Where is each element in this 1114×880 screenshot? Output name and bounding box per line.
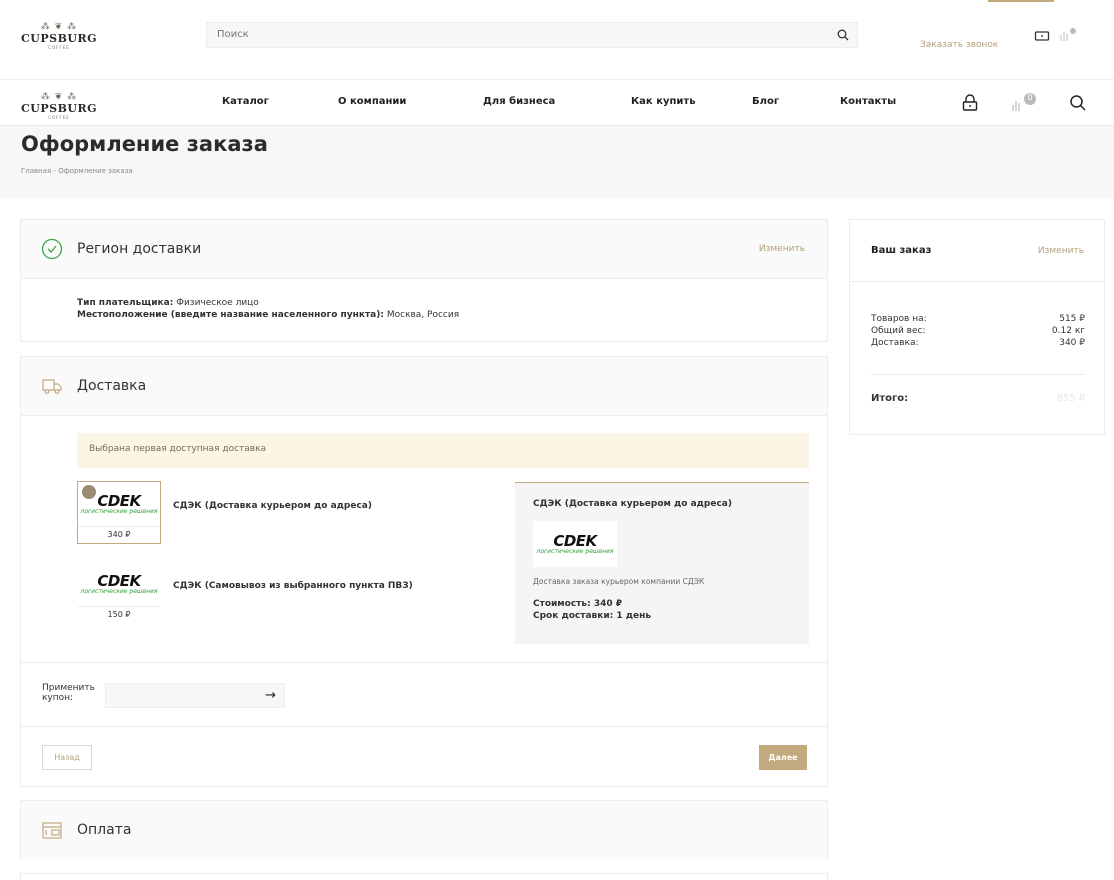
logo-sub: COFFEE — [48, 45, 70, 50]
summary-row: Общий вес: 0.12 кг — [871, 325, 1085, 337]
coupon-label: Применить купон: — [42, 683, 95, 703]
payment-panel: Оплата — [20, 800, 828, 860]
lock-icon[interactable] — [1034, 28, 1050, 42]
truck-icon — [42, 379, 62, 394]
summary-rows: Товаров на: 515 ₽ Общий вес: 0.12 кг Доста… — [871, 313, 1085, 349]
detail-description: Доставка заказа курьером компании СДЭК — [533, 577, 705, 586]
breadcrumb[interactable]: Главная - Оформление заказа — [21, 167, 133, 175]
detail-cost: Стоимость: 340 ₽ — [533, 599, 623, 609]
back-button[interactable]: Назад — [42, 745, 92, 770]
cdek-logo-word: CDEK — [97, 491, 141, 510]
summary-row-label: Общий вес: — [871, 326, 926, 336]
wallet-icon — [42, 822, 62, 839]
delivery-title: Доставка — [77, 378, 147, 394]
detail-term: Срок доставки: 1 день — [533, 611, 652, 621]
region-body: Тип плательщика: Физическое лицо Местопо… — [21, 279, 827, 321]
nav-item-blog[interactable]: Блог — [752, 96, 779, 107]
payment-title: Оплата — [77, 822, 132, 838]
region-panel: Регион доставки Изменить Тип плательщика… — [20, 219, 828, 342]
location-value: Москва, Россия — [386, 310, 460, 320]
nav-logo-name: CUPSBURG — [21, 102, 97, 115]
payer-type-value: Физическое лицо — [176, 298, 259, 308]
next-button[interactable]: Далее — [759, 745, 807, 770]
search-input[interactable] — [217, 25, 817, 43]
next-panel-edge — [20, 873, 828, 880]
summary-header: Ваш заказ Изменить — [850, 220, 1104, 282]
nav-item-contacts[interactable]: Контакты — [840, 96, 896, 107]
top-icons — [1034, 28, 1078, 42]
search-box[interactable] — [206, 22, 858, 48]
nav-item-business[interactable]: Для бизнеса — [483, 96, 555, 107]
compare-count-badge: 0 — [1027, 93, 1033, 102]
summary-total-label: Итого: — [871, 393, 909, 404]
summary-row: Доставка: 340 ₽ — [871, 337, 1085, 349]
title-band: Оформление заказа Главная - Оформление з… — [0, 126, 1114, 198]
delivery-notice: Выбрана первая доступная доставка — [77, 433, 809, 468]
page-title: Оформление заказа — [21, 132, 268, 156]
check-circle-icon — [41, 238, 63, 260]
summary-change-link[interactable]: Изменить — [1038, 246, 1084, 256]
summary-total-value: 855 ₽ — [1056, 393, 1085, 404]
delivery-panel-header: Доставка — [21, 357, 827, 416]
actions-row: Назад Далее — [21, 726, 827, 786]
payment-panel-header[interactable]: Оплата — [21, 801, 827, 860]
nav-item-about[interactable]: О компании — [338, 96, 406, 107]
coupon-row: Применить купон: → — [21, 662, 827, 726]
delivery-panel: Доставка Выбрана первая доступная достав… — [20, 356, 828, 787]
cdek-logo-word: CDEK — [553, 531, 597, 550]
cdek-logo-sub: логистические решения — [80, 587, 158, 595]
logo[interactable]: ⁂ ❦ ⁂ CUPSBURG COFFEE — [21, 22, 97, 50]
cdek-logo: CDEK логистические решения — [78, 562, 160, 606]
delivery-option-price: 340 ₽ — [78, 526, 160, 543]
region-change-link[interactable]: Изменить — [759, 244, 805, 254]
nav-item-catalog[interactable]: Каталог — [222, 96, 269, 107]
summary-row-label: Доставка: — [871, 338, 919, 348]
delivery-option-name[interactable]: СДЭК (Самовывоз из выбранного пункта ПВЗ… — [173, 581, 413, 591]
compare-icon[interactable] — [1058, 28, 1078, 42]
main-nav: ⁂ ❦ ⁂ CUPSBURG COFFEE Каталог О компании… — [0, 80, 1114, 126]
nav-logo-mark: ⁂ ❦ ⁂ — [40, 92, 78, 102]
selected-check-icon — [82, 485, 96, 499]
delivery-option-name[interactable]: СДЭК (Доставка курьером до адреса) — [173, 501, 372, 511]
region-panel-header: Регион доставки Изменить — [21, 220, 827, 279]
nav-logo[interactable]: ⁂ ❦ ⁂ CUPSBURG COFFEE — [21, 92, 97, 120]
delivery-option-courier[interactable]: CDEK логистические решения 340 ₽ — [77, 481, 161, 544]
cdek-logo-sub: логистические решения — [80, 507, 158, 515]
order-summary: Ваш заказ Изменить Товаров на: 515 ₽ Общи… — [849, 219, 1105, 435]
arrow-right-icon[interactable]: → — [265, 688, 276, 703]
delivery-detail-card: СДЭК (Доставка курьером до адреса) CDEK … — [515, 482, 809, 644]
summary-row-label: Товаров на: — [871, 314, 927, 324]
summary-row-value: 340 ₽ — [1059, 338, 1085, 348]
lock-icon[interactable] — [960, 93, 980, 113]
cdek-logo-sub: логистические решения — [536, 547, 614, 555]
location-label: Местоположение (введите название населен… — [77, 310, 384, 320]
nav-item-how-to-buy[interactable]: Как купить — [631, 96, 696, 107]
delivery-option-pickup[interactable]: CDEK логистические решения 150 ₽ — [77, 561, 161, 624]
summary-title: Ваш заказ — [871, 245, 932, 256]
summary-row-value: 515 ₽ — [1059, 314, 1085, 324]
region-title: Регион доставки — [77, 241, 202, 257]
compare-button[interactable]: 0 — [1010, 93, 1040, 113]
cdek-logo-word: CDEK — [97, 571, 141, 590]
nav-logo-sub: COFFEE — [48, 115, 70, 120]
logo-mark: ⁂ ❦ ⁂ — [40, 22, 78, 32]
search-icon[interactable] — [1068, 93, 1088, 113]
payer-type-label: Тип плательщика: — [77, 298, 174, 308]
top-accent-bar — [988, 0, 1054, 2]
summary-row-value: 0.12 кг — [1051, 326, 1085, 336]
delivery-option-price: 150 ₽ — [78, 606, 160, 623]
cdek-logo: CDEK логистические решения — [533, 521, 617, 567]
search-icon[interactable] — [837, 29, 849, 41]
detail-title: СДЭК (Доставка курьером до адреса) — [533, 499, 732, 509]
coupon-field[interactable]: → — [105, 683, 285, 708]
cdek-logo: CDEK логистические решения — [78, 482, 160, 526]
summary-total: Итого: 855 ₽ — [871, 374, 1085, 404]
coupon-input[interactable] — [106, 684, 256, 707]
top-header: ⁂ ❦ ⁂ CUPSBURG COFFEE Заказать звонок — [0, 0, 1114, 80]
logo-name: CUPSBURG — [21, 32, 97, 45]
compare-icon — [1012, 93, 1036, 111]
callback-link[interactable]: Заказать звонок — [920, 40, 998, 50]
summary-row: Товаров на: 515 ₽ — [871, 313, 1085, 325]
